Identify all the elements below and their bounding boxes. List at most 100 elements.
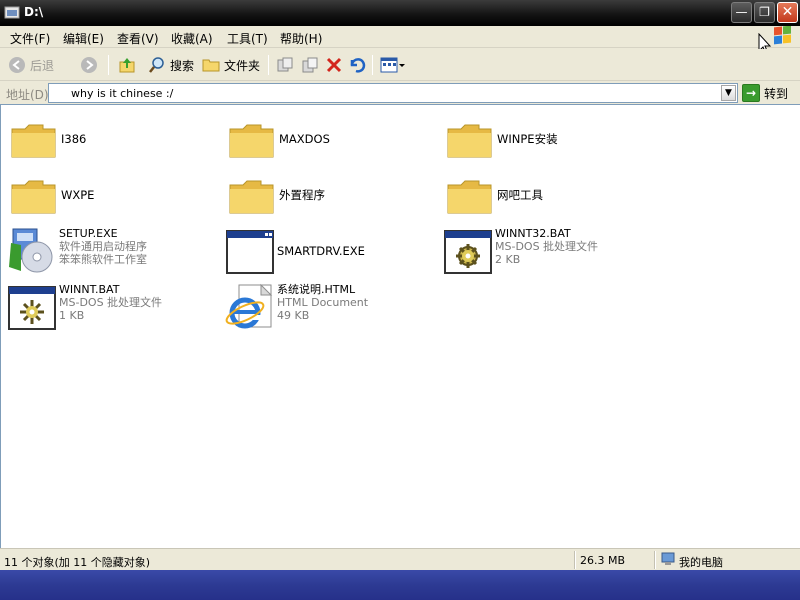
forward-button[interactable] bbox=[80, 55, 98, 75]
taskbar[interactable] bbox=[0, 570, 800, 600]
address-label: 地址(D) bbox=[6, 88, 49, 102]
item-name: MAXDOS bbox=[279, 132, 330, 146]
delete-x-icon bbox=[326, 57, 342, 73]
forward-arrow-icon bbox=[81, 57, 97, 73]
windows-logo-icon bbox=[774, 26, 791, 45]
item-name: WINNT.BAT bbox=[59, 283, 120, 296]
toolbar-separator bbox=[108, 55, 109, 75]
list-item[interactable]: I386 bbox=[9, 115, 219, 167]
search-label: 搜索 bbox=[170, 58, 195, 73]
list-item[interactable]: 网吧工具 bbox=[445, 171, 655, 223]
item-name: SMARTDRV.EXE bbox=[277, 244, 365, 258]
file-list[interactable]: I386 MAXDOS WINPE安装 WXPE 外置程序 网吧工具 SETUP… bbox=[0, 104, 800, 548]
batch-file-gear-icon bbox=[444, 230, 492, 274]
item-name: WINNT32.BAT bbox=[495, 227, 571, 240]
folder-icon bbox=[11, 124, 56, 158]
item-size: 1 KB bbox=[59, 309, 85, 322]
close-button[interactable]: ✕ bbox=[777, 2, 798, 23]
list-item[interactable]: SMARTDRV.EXE bbox=[225, 227, 435, 279]
item-name: WINPE安装 bbox=[497, 132, 558, 146]
go-button[interactable]: → 转到 bbox=[742, 83, 788, 103]
total-size: 26.3 MB bbox=[580, 554, 626, 567]
folder-icon bbox=[229, 180, 274, 214]
menu-file[interactable]: 文件(F) bbox=[10, 30, 50, 47]
item-name: I386 bbox=[61, 132, 87, 146]
address-dropdown-button[interactable]: ▼ bbox=[721, 85, 736, 101]
menu-favorites[interactable]: 收藏(A) bbox=[171, 30, 213, 47]
folder-window-icon bbox=[4, 6, 20, 19]
status-separator bbox=[574, 551, 576, 569]
status-bar: 11 个对象(加 11 个隐藏对象) 26.3 MB 我的电脑 bbox=[0, 548, 800, 570]
undo-button[interactable] bbox=[348, 55, 366, 75]
item-type: MS-DOS 批处理文件 bbox=[59, 296, 163, 309]
views-button[interactable] bbox=[380, 55, 406, 75]
my-computer-icon bbox=[661, 552, 675, 565]
move-to-icon bbox=[277, 57, 293, 72]
item-type: MS-DOS 批处理文件 bbox=[495, 240, 599, 253]
folders-button[interactable]: 文件夹 bbox=[202, 55, 260, 75]
address-input[interactable]: why is it chinese :/ ▼ bbox=[48, 83, 738, 103]
back-label: 后退 bbox=[30, 58, 55, 73]
go-label: 转到 bbox=[764, 86, 789, 101]
toolbar-separator bbox=[372, 55, 373, 75]
address-bar: 地址(D) why is it chinese :/ ▼ → 转到 bbox=[0, 82, 800, 104]
item-name: 系统说明.HTML bbox=[277, 283, 356, 296]
menu-bar: 文件(F) 编辑(E) 查看(V) 收藏(A) 工具(T) 帮助(H) bbox=[0, 26, 800, 48]
toolbar-separator bbox=[268, 55, 269, 75]
list-item[interactable]: WINPE安装 bbox=[445, 115, 655, 167]
item-text: 系统说明.HTML HTML Document 49 KB bbox=[277, 283, 368, 322]
folder-icon bbox=[447, 124, 492, 158]
delete-button[interactable] bbox=[325, 55, 343, 75]
list-item[interactable]: WXPE bbox=[9, 171, 219, 223]
folders-label: 文件夹 bbox=[224, 58, 261, 73]
back-button[interactable]: 后退 bbox=[8, 55, 54, 75]
folder-icon bbox=[447, 180, 492, 214]
list-item[interactable]: WINNT32.BAT MS-DOS 批处理文件 2 KB bbox=[443, 227, 653, 279]
window-title: D:\ bbox=[24, 5, 44, 19]
item-name: SETUP.EXE bbox=[59, 227, 118, 240]
address-value[interactable]: why is it chinese :/ bbox=[71, 87, 173, 100]
internet-explorer-icon bbox=[225, 283, 273, 329]
copy-to-button[interactable] bbox=[301, 55, 319, 75]
item-size: 49 KB bbox=[277, 309, 310, 322]
item-company: 笨笨熊软件工作室 bbox=[59, 253, 147, 266]
list-item[interactable]: 系统说明.HTML HTML Document 49 KB bbox=[225, 283, 435, 335]
list-item[interactable]: WINNT.BAT MS-DOS 批处理文件 1 KB bbox=[7, 283, 217, 335]
item-name: 网吧工具 bbox=[497, 188, 543, 202]
location-label: 我的电脑 bbox=[679, 556, 723, 569]
menu-tools[interactable]: 工具(T) bbox=[227, 30, 268, 47]
list-item[interactable]: SETUP.EXE 软件通用启动程序 笨笨熊软件工作室 bbox=[7, 227, 217, 279]
menu-help[interactable]: 帮助(H) bbox=[280, 30, 322, 47]
list-item[interactable]: MAXDOS bbox=[227, 115, 437, 167]
item-name: 外置程序 bbox=[279, 188, 325, 202]
item-type: HTML Document bbox=[277, 296, 369, 309]
folder-up-icon bbox=[119, 58, 135, 73]
batch-file-gear-icon bbox=[8, 286, 56, 330]
menu-view[interactable]: 查看(V) bbox=[117, 30, 159, 47]
minimize-button[interactable]: — bbox=[731, 2, 752, 23]
item-text: WINNT.BAT MS-DOS 批处理文件 1 KB bbox=[59, 283, 162, 322]
folder-icon bbox=[229, 124, 274, 158]
list-item[interactable]: 外置程序 bbox=[227, 171, 437, 223]
item-description: 软件通用启动程序 bbox=[59, 240, 147, 253]
search-button[interactable]: 搜索 bbox=[148, 55, 194, 75]
item-text: SETUP.EXE 软件通用启动程序 笨笨熊软件工作室 bbox=[59, 227, 147, 266]
application-window-icon bbox=[226, 230, 274, 274]
undo-icon bbox=[350, 58, 366, 73]
back-arrow-icon bbox=[9, 57, 25, 73]
folder-icon bbox=[11, 180, 56, 214]
title-bar[interactable]: D:\ — ❐ ✕ bbox=[0, 0, 800, 26]
maximize-button[interactable]: ❐ bbox=[754, 2, 775, 23]
folders-icon bbox=[202, 59, 220, 72]
status-separator bbox=[654, 551, 656, 569]
setup-cd-icon bbox=[9, 228, 53, 273]
object-count: 11 个对象(加 11 个隐藏对象) bbox=[4, 556, 151, 569]
item-text: WINNT32.BAT MS-DOS 批处理文件 2 KB bbox=[495, 227, 598, 266]
views-grid-icon bbox=[380, 57, 405, 73]
menu-edit[interactable]: 编辑(E) bbox=[63, 30, 104, 47]
up-button[interactable] bbox=[118, 55, 136, 75]
search-icon bbox=[149, 57, 164, 73]
item-size: 2 KB bbox=[495, 253, 521, 266]
item-name: WXPE bbox=[61, 188, 95, 202]
move-to-button[interactable] bbox=[276, 55, 294, 75]
